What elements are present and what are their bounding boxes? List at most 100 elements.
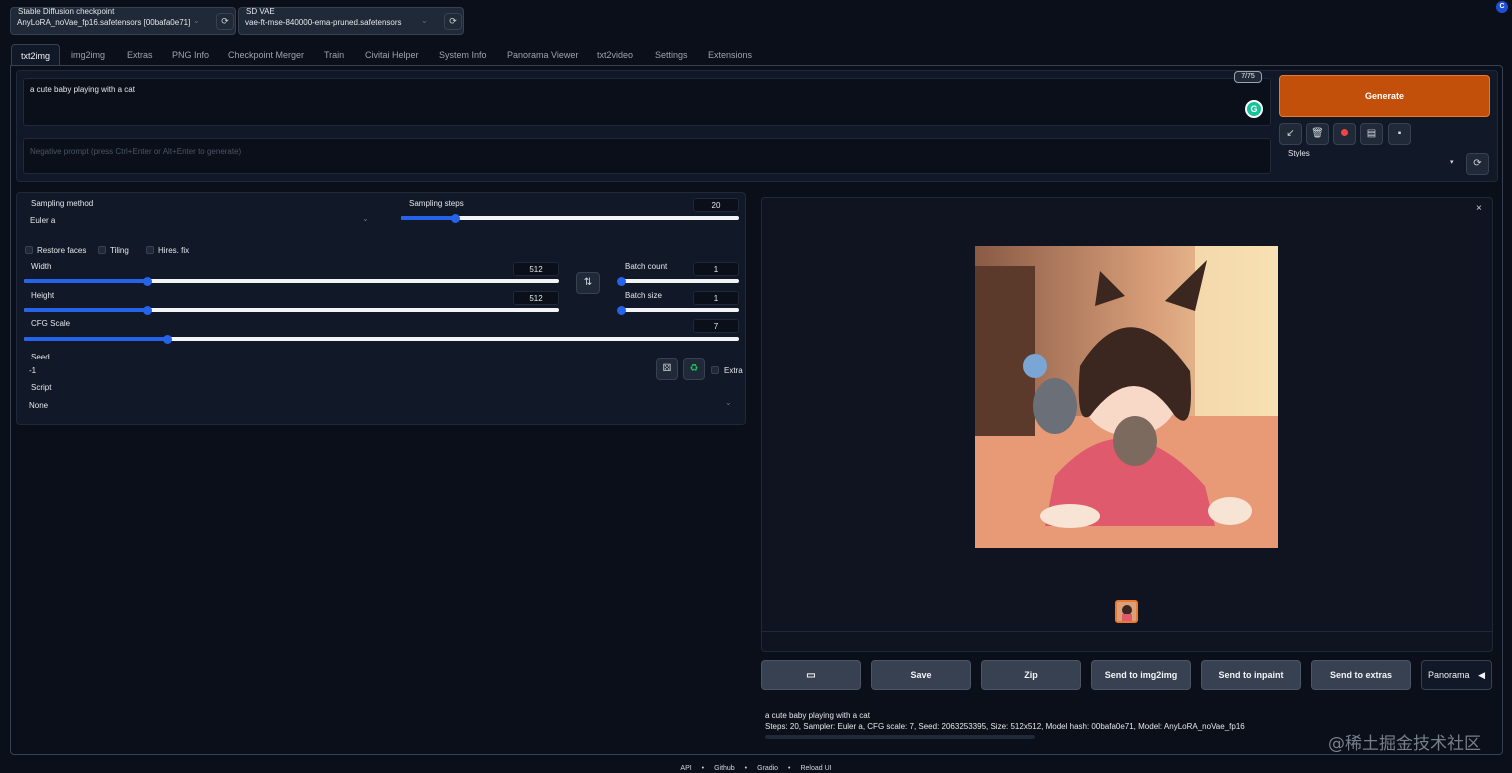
save-button[interactable]: Save <box>871 660 971 690</box>
sampling-method-select[interactable] <box>24 210 374 230</box>
record-icon[interactable] <box>1333 123 1356 145</box>
tab-extras[interactable]: Extras <box>127 44 153 66</box>
grammarly-icon[interactable]: G <box>1245 100 1263 118</box>
sampling-steps-input[interactable]: 20 <box>693 198 739 212</box>
arrow-down-left-icon[interactable]: ↙ <box>1279 123 1302 145</box>
batch-size-slider[interactable] <box>616 305 739 315</box>
script-value: None <box>29 401 49 410</box>
close-icon[interactable]: × <box>1476 203 1482 214</box>
dice-icon[interactable]: ⚄ <box>656 358 678 380</box>
slider-thumb[interactable] <box>142 305 152 315</box>
chevron-down-icon: ⌄ <box>193 16 200 25</box>
batch-count-slider[interactable] <box>616 276 739 286</box>
footer-separator: • <box>788 765 791 772</box>
footer-link-gradio[interactable]: Gradio <box>757 765 778 772</box>
sampling-method-value: Euler a <box>30 216 56 225</box>
hires-fix-checkbox[interactable] <box>146 246 154 254</box>
footer-link-reload[interactable]: Reload UI <box>800 765 831 772</box>
slider-thumb[interactable] <box>616 305 626 315</box>
slider-fill <box>24 308 148 312</box>
hires-fix-label: Hires. fix <box>158 246 190 255</box>
zip-button[interactable]: Zip <box>981 660 1081 690</box>
height-slider[interactable] <box>24 305 559 315</box>
generate-button[interactable]: Generate <box>1279 75 1490 117</box>
slider-fill <box>24 279 148 283</box>
tab-checkpoint-merger[interactable]: Checkpoint Merger <box>228 44 304 66</box>
negative-prompt-input[interactable]: Negative prompt (press Ctrl+Enter or Alt… <box>23 138 1271 174</box>
send-to-inpaint-button[interactable]: Send to inpaint <box>1201 660 1301 690</box>
refresh-icon[interactable]: ⟳ <box>1466 153 1489 175</box>
cfg-scale-input[interactable]: 7 <box>693 319 739 333</box>
footer-link-api[interactable]: API <box>680 765 691 772</box>
tab-extensions[interactable]: Extensions <box>708 44 752 66</box>
slider-thumb[interactable] <box>162 334 172 344</box>
script-select[interactable] <box>24 395 739 415</box>
footer-link-github[interactable]: Github <box>714 765 735 772</box>
tiling-label: Tiling <box>110 246 129 255</box>
seed-value: -1 <box>29 366 37 375</box>
height-input[interactable]: 512 <box>513 291 559 305</box>
clipboard-icon[interactable]: ▤ <box>1360 123 1383 145</box>
info-prompt: a cute baby playing with a cat <box>765 711 870 720</box>
chevron-down-icon: ⌄ <box>725 398 732 407</box>
sampling-steps-slider[interactable] <box>401 213 739 223</box>
caret-left-icon: ◀ <box>1478 670 1485 680</box>
extra-seed-label: Extra <box>724 366 743 375</box>
refresh-icon[interactable]: ⟳ <box>444 13 462 30</box>
footer: API • Github • Gradio • Reload UI <box>0 765 1512 772</box>
seed-input[interactable] <box>24 359 651 379</box>
slider-thumb[interactable] <box>142 276 152 286</box>
send-to-img2img-button[interactable]: Send to img2img <box>1091 660 1191 690</box>
footer-separator: • <box>744 765 748 772</box>
checkpoint-select[interactable]: AnyLoRA_noVae_fp16.safetensors [00bafa0e… <box>17 18 197 27</box>
panorama-button[interactable]: Panorama ◀ <box>1421 660 1492 690</box>
slider-fill <box>24 337 167 341</box>
info-params: Steps: 20, Sampler: Euler a, CFG scale: … <box>765 722 1245 731</box>
thumbnail-art <box>1117 602 1136 621</box>
tab-train[interactable]: Train <box>324 44 344 66</box>
tab-txt2img[interactable]: txt2img <box>11 44 61 66</box>
caret-down-icon: ▾ <box>1450 159 1454 166</box>
tab-txt2video[interactable]: txt2video <box>597 44 633 66</box>
trash-icon[interactable]: 🗑 <box>1306 123 1329 145</box>
checkpoint-label: Stable Diffusion checkpoint <box>18 7 115 16</box>
tab-system-info[interactable]: System Info <box>439 44 487 66</box>
batch-size-label: Batch size <box>625 291 662 300</box>
sampling-method-label: Sampling method <box>31 199 94 208</box>
swap-dimensions-icon[interactable]: ⇅ <box>576 272 600 294</box>
tab-png-info[interactable]: PNG Info <box>172 44 209 66</box>
prompt-input[interactable]: a cute baby playing with a cat <box>23 78 1271 126</box>
width-slider[interactable] <box>24 276 559 286</box>
open-folder-button[interactable]: ▭ <box>761 660 861 690</box>
user-avatar[interactable]: C <box>1496 1 1508 13</box>
restore-faces-label: Restore faces <box>37 246 87 255</box>
slider-thumb[interactable] <box>616 276 626 286</box>
gallery-divider <box>762 631 1492 632</box>
save-icon[interactable]: ▪ <box>1388 123 1411 145</box>
send-to-extras-button[interactable]: Send to extras <box>1311 660 1411 690</box>
watermark: @稀土掘金技术社区 <box>1328 734 1481 754</box>
batch-size-input[interactable]: 1 <box>693 291 739 305</box>
tab-settings[interactable]: Settings <box>655 44 688 66</box>
vae-select[interactable]: vae-ft-mse-840000-ema-pruned.safetensors <box>245 18 425 27</box>
tab-panorama-viewer[interactable]: Panorama Viewer <box>507 44 578 66</box>
width-input[interactable]: 512 <box>513 262 559 276</box>
extra-seed-checkbox[interactable] <box>711 366 719 374</box>
chevron-down-icon: ⌄ <box>362 214 369 223</box>
styles-dropdown[interactable] <box>1283 157 1460 177</box>
image-thumbnail[interactable] <box>1115 600 1138 623</box>
tab-civitai-helper[interactable]: Civitai Helper <box>365 44 419 66</box>
generated-image[interactable] <box>975 246 1278 548</box>
restore-faces-checkbox[interactable] <box>25 246 33 254</box>
panorama-label: Panorama <box>1428 670 1470 680</box>
slider-thumb[interactable] <box>450 213 460 223</box>
tiling-checkbox[interactable] <box>98 246 106 254</box>
refresh-icon[interactable]: ⟳ <box>216 13 234 30</box>
sampling-steps-label: Sampling steps <box>409 199 464 208</box>
info-extra-line <box>765 735 1035 739</box>
recycle-icon[interactable]: ♻ <box>683 358 705 380</box>
tab-img2img[interactable]: img2img <box>71 44 105 66</box>
batch-count-input[interactable]: 1 <box>693 262 739 276</box>
cfg-scale-slider[interactable] <box>24 334 739 344</box>
script-label: Script <box>31 383 52 392</box>
